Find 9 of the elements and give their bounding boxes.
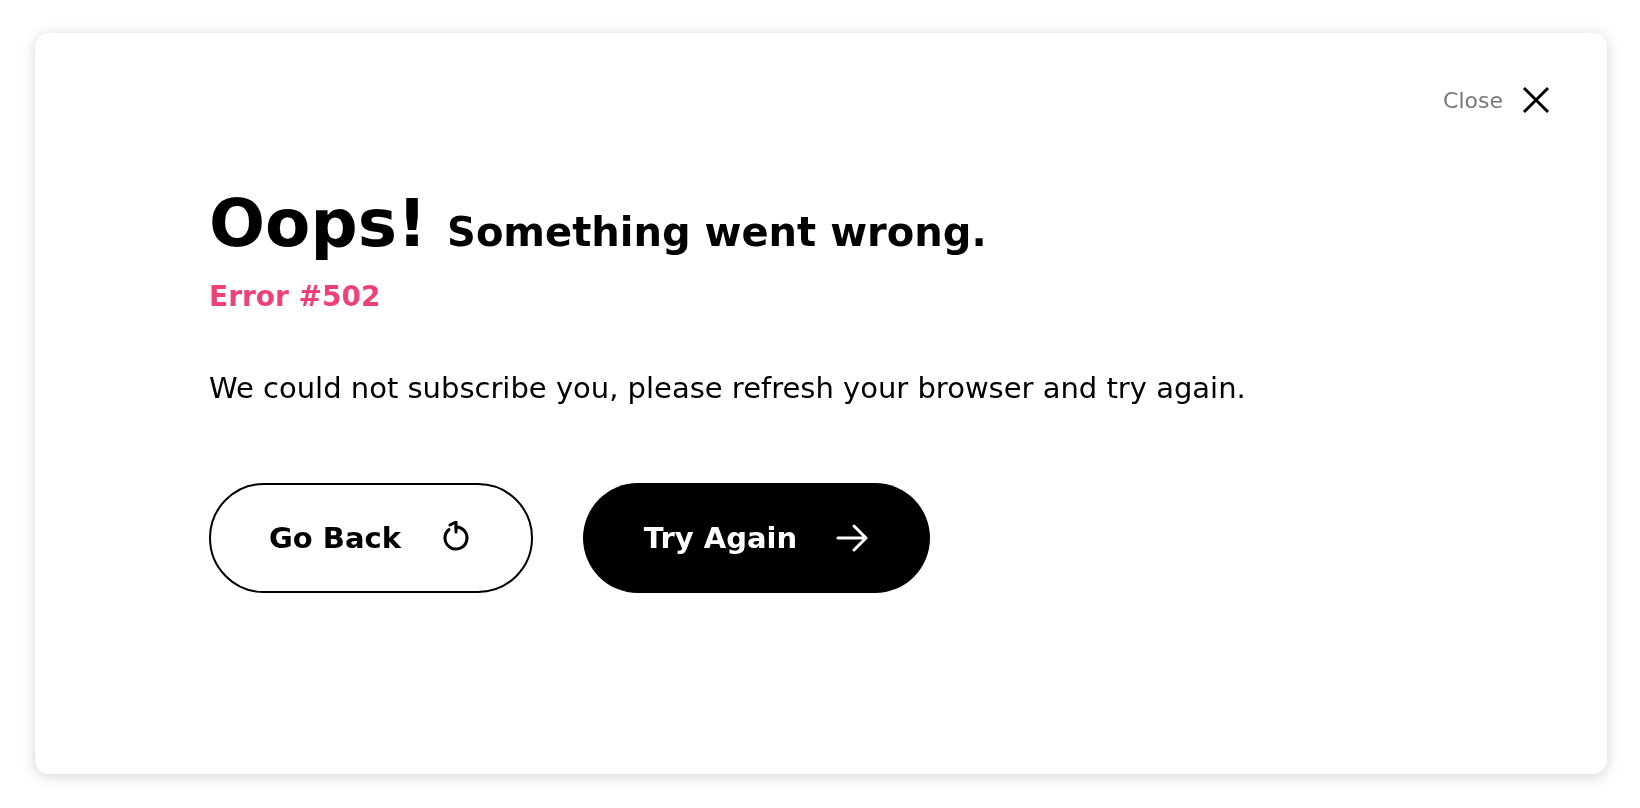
arrow-right-icon [835, 523, 870, 553]
error-message: We could not subscribe you, please refresh your browser and try again. [209, 371, 1247, 405]
error-code: Error #502 [209, 280, 382, 313]
close-button[interactable]: Close [1443, 85, 1551, 115]
try-again-button[interactable]: Try Again [583, 483, 930, 593]
error-subtitle: Something went wrong. [447, 209, 987, 255]
go-back-button[interactable]: Go Back [209, 483, 533, 593]
close-icon [1521, 85, 1551, 115]
error-title: Oops! [209, 185, 428, 262]
